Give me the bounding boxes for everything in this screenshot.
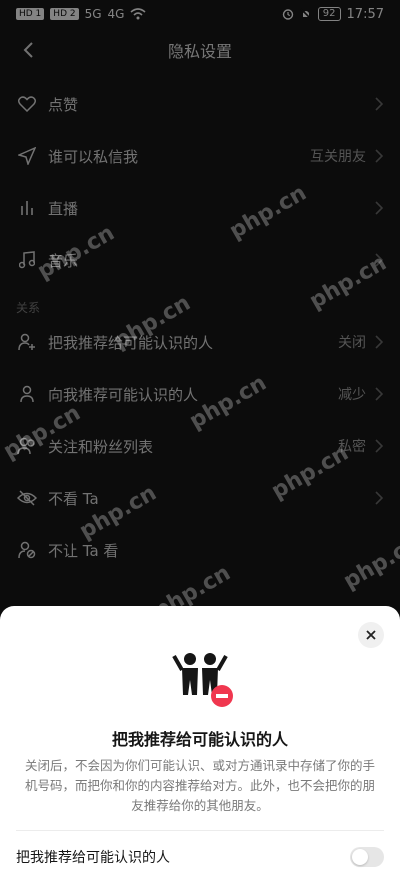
sheet-title: 把我推荐给可能认识的人 <box>111 730 288 749</box>
two-people-blocked-icon <box>172 653 233 707</box>
close-icon <box>366 630 376 640</box>
recommend-toggle[interactable] <box>350 847 384 867</box>
bottom-sheet: 把我推荐给可能认识的人 关闭后，不会因为你们可能认识、或对方通讯录中存储了你的手… <box>0 606 400 888</box>
recommend-toggle-row: 把我推荐给可能认识的人 <box>16 840 384 874</box>
toggle-knob <box>352 849 368 865</box>
divider <box>16 830 384 831</box>
toggle-label: 把我推荐给可能认识的人 <box>16 850 170 866</box>
sheet-description: 关闭后，不会因为你们可能认识、或对方通讯录中存储了你的手机号码，而把你和你的内容… <box>24 758 375 813</box>
close-button[interactable] <box>358 622 384 648</box>
